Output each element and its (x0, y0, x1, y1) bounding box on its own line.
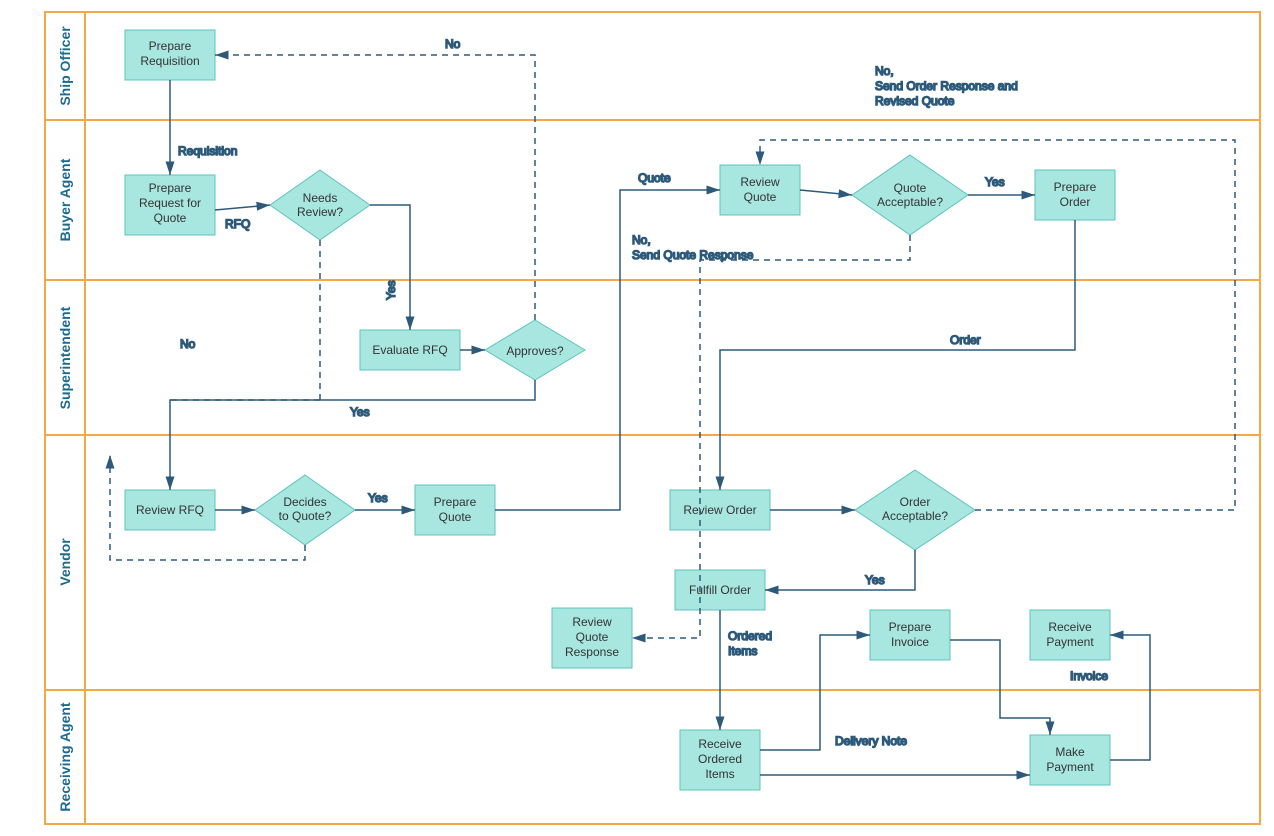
box-review-quote: Review Quote (720, 165, 800, 215)
svg-text:Prepare: Prepare (149, 39, 192, 53)
box-prepare-quote: Prepare Quote (415, 485, 495, 535)
svg-text:No: No (180, 337, 196, 351)
svg-text:Receive: Receive (698, 737, 742, 751)
svg-text:Prepare: Prepare (1054, 180, 1097, 194)
svg-text:Items: Items (705, 767, 734, 781)
svg-text:Order: Order (900, 495, 931, 509)
svg-text:Ordered: Ordered (698, 752, 742, 766)
svg-text:Order: Order (1060, 195, 1091, 209)
lane-receiving-agent: Receiving Agent (57, 702, 73, 812)
svg-text:Yes: Yes (384, 280, 398, 300)
svg-text:Quote: Quote (576, 630, 609, 644)
decision-quote-acceptable: Quote Acceptable? (852, 155, 968, 235)
svg-text:Prepare: Prepare (889, 620, 932, 634)
svg-text:Yes: Yes (350, 405, 370, 419)
svg-text:RFQ: RFQ (225, 217, 250, 231)
box-fulfill-order: Fulfill Order (675, 570, 765, 610)
box-review-quote-response: Review Quote Response (552, 608, 632, 668)
box-review-rfq: Review RFQ (125, 490, 215, 530)
svg-text:Invoice: Invoice (891, 635, 929, 649)
svg-text:Prepare: Prepare (434, 495, 477, 509)
lane-superintendent: Superintendent (57, 306, 73, 409)
box-receive-payment: Receive Payment (1030, 610, 1110, 660)
svg-text:Response: Response (565, 645, 619, 659)
svg-text:Acceptable?: Acceptable? (877, 195, 943, 209)
svg-text:Make: Make (1055, 745, 1085, 759)
svg-text:Evaluate RFQ: Evaluate RFQ (372, 343, 447, 357)
svg-text:Quote: Quote (439, 510, 472, 524)
svg-text:Payment: Payment (1046, 635, 1094, 649)
svg-text:Request for: Request for (139, 196, 201, 210)
box-prepare-rfq: Prepare Request for Quote (125, 175, 215, 235)
svg-text:Needs: Needs (303, 191, 338, 205)
svg-text:Items: Items (728, 644, 757, 658)
svg-text:Receive: Receive (1048, 620, 1092, 634)
svg-text:Quote: Quote (638, 171, 671, 185)
box-prepare-invoice: Prepare Invoice (870, 610, 950, 660)
decision-order-acceptable: Order Acceptable? (855, 470, 975, 550)
box-review-order: Review Order (670, 490, 770, 530)
svg-text:Decides: Decides (283, 495, 326, 509)
svg-text:Requisition: Requisition (178, 144, 237, 158)
svg-text:Requisition: Requisition (140, 54, 199, 68)
svg-text:Order: Order (950, 333, 981, 347)
svg-text:Send Order Response and: Send Order Response and (875, 79, 1018, 93)
box-make-payment: Make Payment (1030, 735, 1110, 785)
svg-text:Review?: Review? (297, 205, 343, 219)
swimlanes (45, 12, 1260, 824)
svg-text:Prepare: Prepare (149, 181, 192, 195)
svg-text:Ordered: Ordered (728, 629, 772, 643)
svg-text:No,: No, (875, 64, 894, 78)
svg-text:Yes: Yes (985, 175, 1005, 189)
connectors: Requisition RFQ Yes No No Yes Yes Quote (110, 37, 1235, 775)
svg-text:Quote: Quote (744, 190, 777, 204)
lane-ship-officer: Ship Officer (57, 26, 73, 106)
svg-text:Quote: Quote (154, 211, 187, 225)
svg-text:Fulfill Order: Fulfill Order (689, 583, 751, 597)
box-prepare-order: Prepare Order (1035, 170, 1115, 220)
svg-text:Send Quote Response: Send Quote Response (632, 248, 754, 262)
box-prepare-requisition: Prepare Requisition (125, 30, 215, 80)
lane-labels: Ship Officer Buyer Agent Superintendent … (57, 26, 73, 812)
svg-text:Acceptable?: Acceptable? (882, 509, 948, 523)
svg-text:Review Order: Review Order (683, 503, 756, 517)
box-evaluate-rfq: Evaluate RFQ (360, 330, 460, 370)
svg-text:No: No (445, 37, 461, 51)
svg-text:Review: Review (740, 175, 780, 189)
svg-text:Review: Review (572, 615, 612, 629)
svg-text:to Quote?: to Quote? (279, 509, 332, 523)
decision-decides-quote: Decides to Quote? (255, 475, 355, 545)
svg-text:Payment: Payment (1046, 760, 1094, 774)
lane-vendor: Vendor (57, 538, 73, 586)
svg-text:Yes: Yes (865, 573, 885, 587)
svg-text:Invoice: Invoice (1070, 669, 1108, 683)
svg-text:Approves?: Approves? (506, 344, 564, 358)
lane-buyer-agent: Buyer Agent (57, 158, 73, 241)
decision-approves: Approves? (485, 320, 585, 380)
svg-text:Delivery Note: Delivery Note (835, 734, 907, 748)
svg-text:Review RFQ: Review RFQ (136, 503, 204, 517)
decision-needs-review: Needs Review? (270, 170, 370, 240)
box-receive-ordered-items: Receive Ordered Items (680, 730, 760, 790)
svg-text:Quote: Quote (894, 181, 927, 195)
svg-text:Yes: Yes (368, 491, 388, 505)
svg-text:No,: No, (632, 233, 651, 247)
svg-text:Revised Quote: Revised Quote (875, 94, 955, 108)
